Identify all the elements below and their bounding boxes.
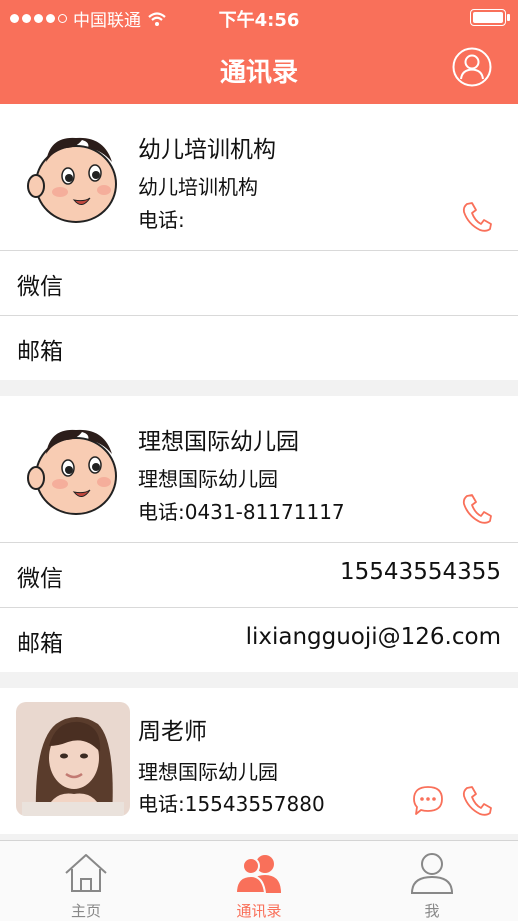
wechat-row[interactable]: 微信 15543554355 <box>0 542 518 607</box>
contact-card[interactable]: 周老师 理想国际幼儿园 电话:15543557880 <box>0 688 518 834</box>
tab-home-label: 主页 <box>70 902 101 920</box>
battery-icon <box>470 9 510 26</box>
page-title: 通讯录 <box>219 58 298 88</box>
wechat-label: 微信 <box>17 566 63 592</box>
contact-phone: 电话:0431-81171117 <box>138 500 345 524</box>
email-label: 邮箱 <box>17 631 63 657</box>
wechat-value: 15543554355 <box>340 559 501 585</box>
wechat-row[interactable]: 微信 <box>0 250 518 315</box>
contact-name: 幼儿培训机构 <box>138 137 276 163</box>
contacts-icon <box>235 855 281 894</box>
user-profile-icon[interactable] <box>452 47 492 87</box>
phone-icon[interactable] <box>460 492 494 526</box>
contact-organization: 理想国际幼儿园 <box>138 760 278 784</box>
status-bar: 中国联通 下午4:56 <box>0 0 518 34</box>
contact-name: 理想国际幼儿园 <box>138 429 299 455</box>
tab-bar: 主页 通讯录 我 <box>0 840 518 921</box>
email-row[interactable]: 邮箱 lixiangguoji@126.com <box>0 607 518 672</box>
cartoon-baby-avatar <box>27 429 117 515</box>
email-value: lixiangguoji@126.com <box>245 624 501 650</box>
phone-icon[interactable] <box>460 784 494 818</box>
tab-contacts-label: 通讯录 <box>236 902 282 920</box>
home-icon <box>65 854 107 892</box>
contact-organization: 幼儿培训机构 <box>138 175 258 199</box>
message-icon[interactable] <box>411 784 445 818</box>
tab-me[interactable]: 我 <box>346 841 518 921</box>
tab-contacts[interactable]: 通讯录 <box>173 841 345 921</box>
tab-home[interactable]: 主页 <box>0 841 172 921</box>
phone-icon[interactable] <box>460 200 494 234</box>
contact-card[interactable]: 理想国际幼儿园 理想国际幼儿园 电话:0431-81171117 <box>0 396 518 542</box>
tab-me-label: 我 <box>424 902 440 920</box>
email-label: 邮箱 <box>17 339 63 365</box>
contact-phone: 电话: <box>138 208 185 232</box>
cartoon-baby-avatar <box>27 137 117 223</box>
contact-organization: 理想国际幼儿园 <box>138 467 278 491</box>
contact-name: 周老师 <box>138 719 207 745</box>
wechat-label: 微信 <box>17 274 63 300</box>
contact-phone: 电话:15543557880 <box>138 792 325 816</box>
email-row[interactable]: 邮箱 <box>0 315 518 380</box>
nav-bar: 通讯录 <box>0 34 518 104</box>
status-time: 下午4:56 <box>218 10 300 31</box>
profile-icon <box>410 853 454 894</box>
contact-card[interactable]: 幼儿培训机构 幼儿培训机构 电话: <box>0 104 518 250</box>
teacher-photo-avatar <box>16 702 130 816</box>
